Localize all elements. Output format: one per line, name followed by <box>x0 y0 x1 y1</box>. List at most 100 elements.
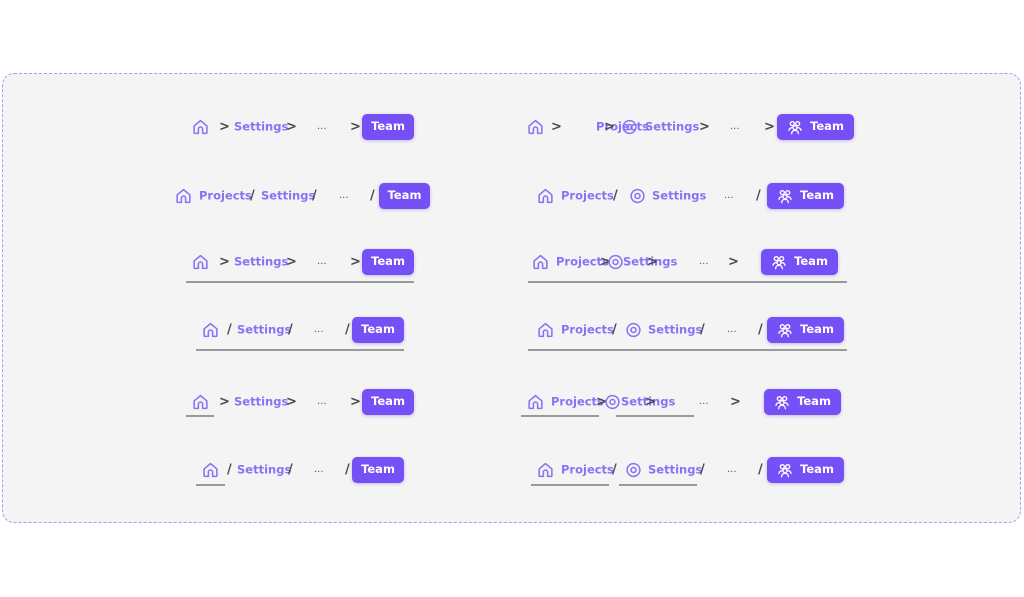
gear-icon[interactable] <box>625 322 642 339</box>
slash-separator: / <box>288 322 293 338</box>
breadcrumb-ellipsis[interactable]: ... <box>699 257 709 267</box>
breadcrumb-link-settings[interactable]: Settings <box>237 464 291 476</box>
home-icon[interactable] <box>537 188 554 205</box>
breadcrumb-current-team-button[interactable]: Team <box>767 317 844 343</box>
breadcrumb-link-settings[interactable]: Settings <box>645 121 699 133</box>
breadcrumb-link-settings[interactable]: Settings <box>652 190 706 202</box>
slash-separator: / <box>312 188 317 204</box>
breadcrumb-ellipsis[interactable]: ... <box>317 257 327 267</box>
gear-icon[interactable] <box>625 462 642 479</box>
home-icon[interactable] <box>192 394 209 411</box>
chevron-right-icon: > <box>730 394 741 410</box>
home-icon[interactable] <box>175 188 192 205</box>
breadcrumb-ellipsis[interactable]: ... <box>314 465 324 475</box>
chevron-right-icon: > <box>219 394 230 410</box>
slash-separator: / <box>613 188 618 204</box>
breadcrumb-ellipsis[interactable]: ... <box>339 191 349 201</box>
slash-separator: / <box>758 462 763 478</box>
users-icon <box>777 322 793 338</box>
chevron-right-icon: > <box>728 254 739 270</box>
breadcrumb-underline <box>186 415 214 417</box>
gear-icon[interactable] <box>604 394 621 411</box>
gear-icon[interactable] <box>629 188 646 205</box>
breadcrumb-ellipsis[interactable]: ... <box>724 191 734 201</box>
breadcrumb-label: Team <box>371 394 405 409</box>
home-icon[interactable] <box>532 254 549 271</box>
breadcrumb-ellipsis[interactable]: ... <box>727 325 737 335</box>
home-icon[interactable] <box>537 322 554 339</box>
chevron-right-icon: > <box>699 119 710 135</box>
breadcrumb-current-team-button[interactable]: Team <box>352 317 404 343</box>
breadcrumb-current-team-button[interactable]: Team <box>352 457 404 483</box>
slash-separator: / <box>700 462 705 478</box>
home-icon[interactable] <box>192 254 209 271</box>
breadcrumb-label: Team <box>361 322 395 337</box>
slash-separator: / <box>758 322 763 338</box>
breadcrumb-ellipsis[interactable]: ... <box>317 397 327 407</box>
breadcrumb-current-team-button[interactable]: Team <box>362 389 414 415</box>
slash-separator: / <box>250 188 255 204</box>
breadcrumb-link-settings[interactable]: Settings <box>261 190 315 202</box>
breadcrumb-current-team-button[interactable]: Team <box>764 389 841 415</box>
breadcrumb-ellipsis[interactable]: ... <box>730 122 740 132</box>
breadcrumb-current-team-button[interactable]: Team <box>761 249 838 275</box>
breadcrumb-current-team-button[interactable]: Team <box>362 249 414 275</box>
breadcrumb-link-settings[interactable]: Settings <box>648 464 702 476</box>
slash-separator: / <box>756 188 761 204</box>
chevron-right-icon: > <box>551 119 562 135</box>
breadcrumb-showcase-panel <box>2 73 1021 523</box>
breadcrumb-current-team-button[interactable]: Team <box>767 183 844 209</box>
breadcrumb-label: Team <box>800 462 834 477</box>
gear-icon[interactable] <box>621 119 638 136</box>
slash-separator: / <box>612 322 617 338</box>
breadcrumb-link-projects[interactable]: Projects <box>561 324 614 336</box>
breadcrumb-label: Team <box>794 254 828 269</box>
breadcrumb-underline <box>528 281 847 283</box>
breadcrumb-link-projects[interactable]: Projects <box>561 190 614 202</box>
breadcrumb-underline <box>528 349 847 351</box>
breadcrumb-link-settings[interactable]: Settings <box>648 324 702 336</box>
breadcrumb-label: Team <box>361 462 395 477</box>
slash-separator: / <box>227 462 232 478</box>
home-icon[interactable] <box>192 119 209 136</box>
home-icon[interactable] <box>537 462 554 479</box>
breadcrumb-link-projects[interactable]: Projects <box>561 464 614 476</box>
breadcrumb-ellipsis[interactable]: ... <box>314 325 324 335</box>
breadcrumb-current-team-button[interactable]: Team <box>777 114 854 140</box>
slash-separator: / <box>700 322 705 338</box>
chevron-right-icon: > <box>350 254 361 270</box>
users-icon <box>777 462 793 478</box>
breadcrumb-current-team-button[interactable]: Team <box>767 457 844 483</box>
users-icon <box>774 394 790 410</box>
chevron-right-icon: > <box>764 119 775 135</box>
breadcrumb-ellipsis[interactable]: ... <box>699 397 709 407</box>
breadcrumb-link-settings[interactable]: Settings <box>234 121 288 133</box>
breadcrumb-link-settings[interactable]: Settings <box>237 324 291 336</box>
breadcrumb-current-team-button[interactable]: Team <box>362 114 414 140</box>
breadcrumb-link-projects[interactable]: Projects <box>199 190 252 202</box>
home-icon[interactable] <box>527 394 544 411</box>
chevron-right-icon: > <box>645 394 656 410</box>
home-icon[interactable] <box>527 119 544 136</box>
breadcrumb-link-settings[interactable]: Settings <box>234 256 288 268</box>
home-icon[interactable] <box>202 462 219 479</box>
breadcrumb-underline <box>531 484 609 486</box>
slash-separator: / <box>370 188 375 204</box>
breadcrumb-ellipsis[interactable]: ... <box>727 465 737 475</box>
breadcrumb-link-settings[interactable]: Settings <box>234 396 288 408</box>
home-icon[interactable] <box>202 322 219 339</box>
breadcrumb-ellipsis[interactable]: ... <box>317 122 327 132</box>
breadcrumb-underline <box>616 415 694 417</box>
breadcrumb-underline <box>196 349 404 351</box>
chevron-right-icon: > <box>286 394 297 410</box>
breadcrumb-label: Team <box>800 188 834 203</box>
users-icon <box>787 119 803 135</box>
breadcrumb-underline <box>619 484 697 486</box>
slash-separator: / <box>345 322 350 338</box>
breadcrumb-underline <box>521 415 599 417</box>
breadcrumb-label: Team <box>371 254 405 269</box>
breadcrumb-current-team-button[interactable]: Team <box>379 183 430 209</box>
breadcrumb-label: Team <box>797 394 831 409</box>
gear-icon[interactable] <box>607 254 624 271</box>
slash-separator: / <box>345 462 350 478</box>
